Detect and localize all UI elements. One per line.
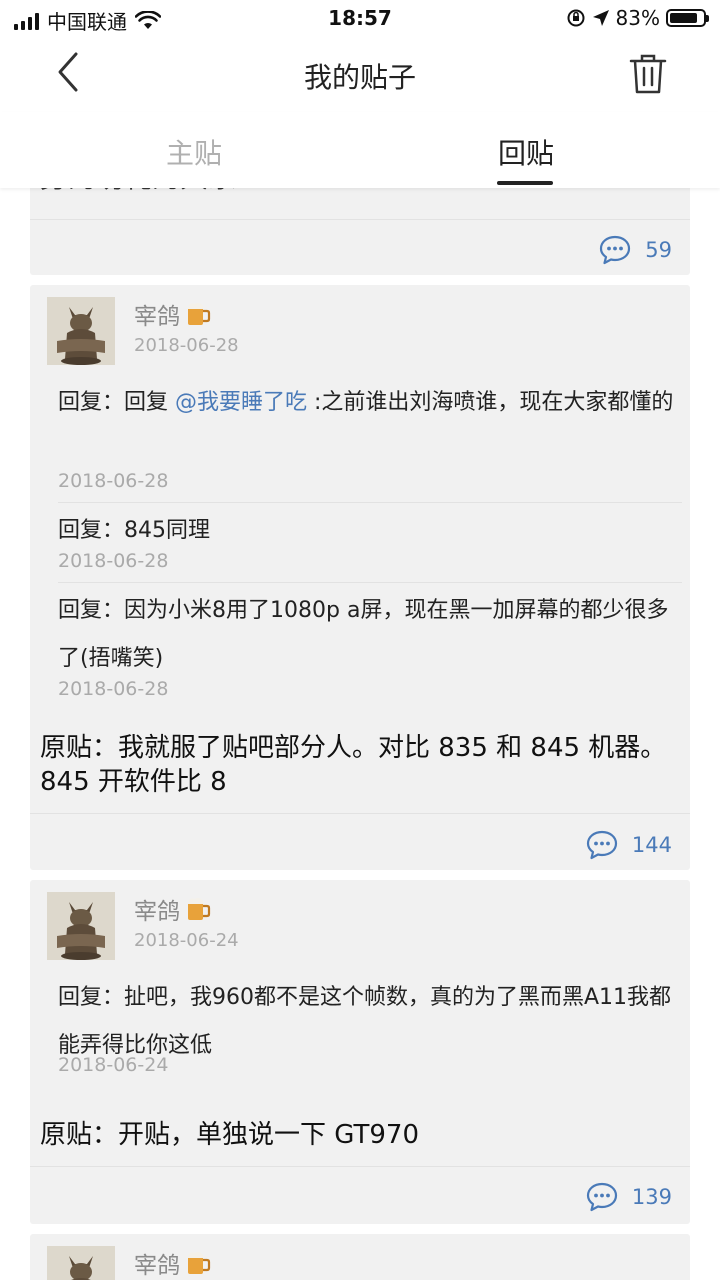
battery-icon	[666, 9, 709, 27]
beer-mug-icon	[188, 1251, 211, 1274]
comment-count-value: 139	[631, 1185, 672, 1209]
avatar[interactable]	[47, 892, 115, 960]
tab-reply-posts[interactable]: 回贴	[498, 132, 554, 172]
reply-body: :之前谁出刘海喷谁，现在大家都懂的	[307, 390, 674, 415]
nav-bar: 我的贴子	[0, 36, 720, 112]
status-right: 83%	[566, 6, 709, 30]
reply-prefix: 回复：	[58, 518, 125, 543]
cat-avatar-image	[47, 892, 115, 960]
reply-date: 2018-06-28	[58, 470, 169, 492]
battery-percent: 83%	[615, 6, 660, 30]
comment-count[interactable]: 144	[586, 830, 672, 860]
username-label: 宰鸽	[134, 304, 180, 330]
comment-bubble-icon	[586, 1182, 618, 1212]
avatar[interactable]	[47, 297, 115, 365]
post-text-partial: 身的功耗的大家	[40, 188, 236, 196]
reply-divider	[58, 502, 682, 503]
tab-main-posts[interactable]: 主贴	[166, 132, 222, 172]
reply-prefix: 回复：回复	[58, 390, 175, 415]
trash-icon[interactable]	[628, 52, 668, 96]
beer-mug-icon	[188, 897, 211, 920]
username-label: 宰鸽	[134, 1253, 180, 1279]
user-mention[interactable]: @我要睡了吃	[175, 390, 307, 415]
post-card[interactable]: 身的功耗的大家 59	[30, 188, 690, 275]
comment-count[interactable]: 59	[599, 235, 672, 265]
reply-text: 回复：回复 @我要睡了吃 :之前谁出刘海喷谁，现在大家都懂的	[58, 379, 676, 427]
post-list[interactable]: 身的功耗的大家 59 宰鸽	[0, 188, 720, 1280]
post-date: 2018-06-28	[134, 335, 239, 356]
reply-text: 回复：因为小米8用了1080p a屏，现在黑一加屏幕的都少很多了(捂嘴笑)	[58, 587, 676, 683]
cat-avatar-image	[47, 1246, 115, 1280]
post-card[interactable]: 宰鸽 2018-06-28 回复：回复 @我要睡了吃 :之前谁出刘海喷谁，现在大…	[30, 285, 690, 870]
reply-body: 因为小米8用了1080p a屏，现在黑一加屏幕的都少很多了(捂嘴笑)	[58, 598, 669, 671]
comment-bubble-icon	[586, 830, 618, 860]
reply-body: 扯吧，我960都不是这个帧数，真的为了黑而黑A11我都能弄得比你这低	[58, 985, 672, 1058]
post-card[interactable]: 宰鸽 2018-06-24 回复：扯吧，我960都不是这个帧数，真的为了黑而黑A…	[30, 880, 690, 1224]
comment-count-value: 59	[645, 238, 672, 262]
comment-bubble-icon	[600, 235, 631, 265]
tab-bar: 主贴 回贴	[0, 112, 720, 188]
reply-divider	[58, 582, 682, 583]
post-card[interactable]: 宰鸽	[30, 1234, 690, 1280]
avatar[interactable]	[47, 1246, 115, 1280]
username[interactable]: 宰鸽	[134, 297, 212, 331]
post-date: 2018-06-24	[134, 930, 239, 951]
username-label: 宰鸽	[134, 899, 180, 925]
reply-date: 2018-06-28	[58, 678, 169, 700]
page-title: 我的贴子	[303, 61, 416, 94]
beer-mug-icon	[188, 302, 211, 325]
status-bar: 中国联通 18:57 83%	[0, 0, 720, 36]
card-divider	[30, 1166, 690, 1167]
comment-count-value: 144	[631, 833, 672, 857]
username[interactable]: 宰鸽	[134, 892, 212, 926]
orientation-lock-icon	[567, 9, 585, 27]
comment-count[interactable]: 139	[586, 1182, 672, 1212]
active-tab-indicator	[497, 181, 553, 185]
reply-date: 2018-06-28	[58, 550, 169, 572]
original-post-text[interactable]: 原贴：开贴，单独说一下 GT970	[40, 1118, 680, 1152]
cat-avatar-image	[47, 297, 115, 365]
original-post-text[interactable]: 原贴：我就服了贴吧部分人。对比 835 和 845 机器。845 开软件比 8	[40, 731, 680, 799]
reply-date: 2018-06-24	[58, 1054, 169, 1076]
reply-body: 845同理	[124, 518, 211, 543]
reply-prefix: 回复：	[58, 985, 125, 1010]
reply-text: 回复：845同理	[58, 507, 676, 555]
card-divider	[30, 219, 690, 220]
username[interactable]: 宰鸽	[134, 1246, 212, 1280]
reply-prefix: 回复：	[58, 598, 125, 623]
location-arrow-icon	[592, 10, 609, 26]
card-divider	[30, 813, 690, 814]
